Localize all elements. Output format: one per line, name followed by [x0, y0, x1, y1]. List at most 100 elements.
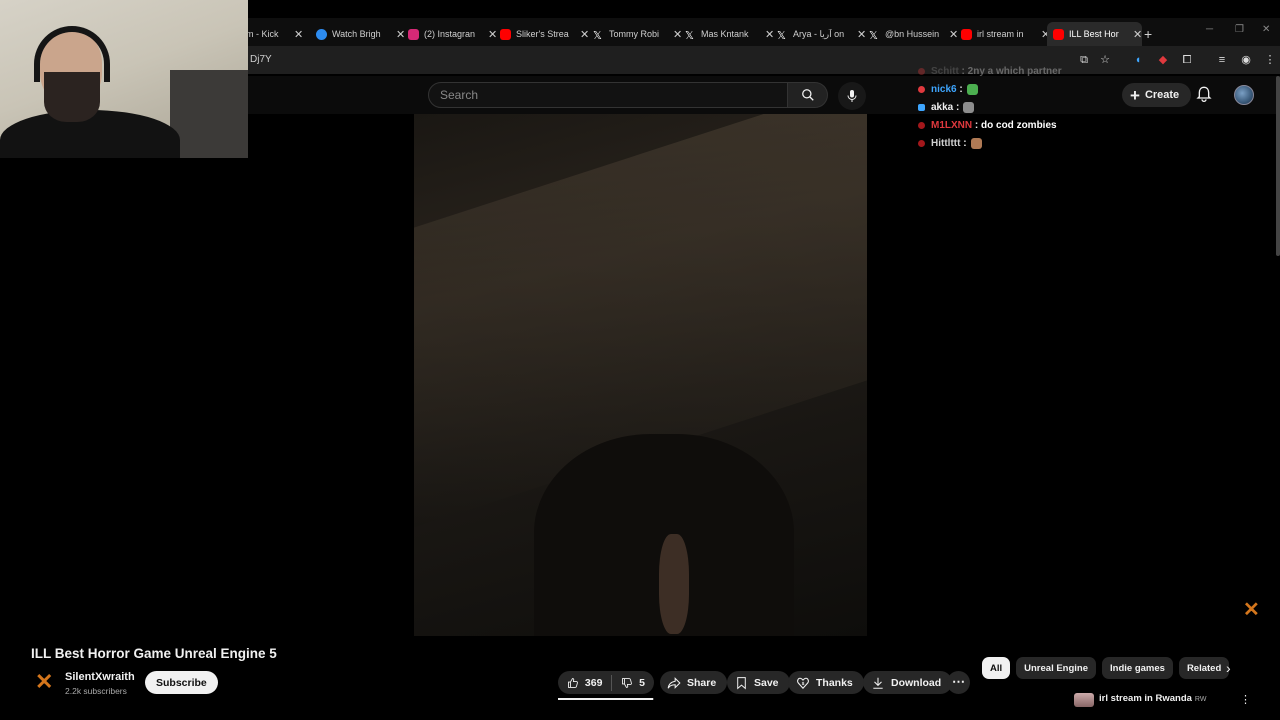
share-button[interactable]: Share — [660, 671, 728, 694]
chair — [170, 70, 248, 158]
video-player[interactable] — [414, 114, 867, 636]
browser-tab[interactable]: 𝕏 Mas Kntank ✕ — [679, 22, 774, 46]
tab-label: Mas Kntank — [701, 29, 749, 39]
tab-favicon-icon — [961, 28, 972, 40]
chat-user: akka — [931, 101, 954, 113]
voice-search-button[interactable] — [838, 82, 866, 110]
download-icon — [873, 677, 883, 689]
extensions-icon[interactable]: ⧠ — [1181, 54, 1193, 66]
tab-favicon-icon — [408, 28, 419, 40]
save-icon — [737, 676, 746, 689]
page-scrollbar[interactable] — [1276, 76, 1280, 256]
search-box[interactable] — [428, 82, 788, 108]
subscribe-button[interactable]: Subscribe — [145, 671, 218, 694]
chat-separator: : — [953, 101, 960, 113]
media-controls-icon[interactable]: ≡ — [1216, 54, 1228, 66]
search-button[interactable] — [788, 82, 828, 108]
account-avatar[interactable] — [1234, 85, 1254, 105]
chat-message: nick6 : — [918, 80, 1178, 98]
download-label: Download — [891, 676, 942, 689]
webcam-overlay — [0, 0, 248, 158]
more-actions-button[interactable]: ⋯ — [947, 671, 970, 694]
channel-name[interactable]: SilentXwraith — [65, 671, 135, 683]
chat-user: Hittlttt — [931, 137, 961, 149]
tab-favicon-icon — [316, 28, 327, 40]
recommendation-chips: All Unreal Engine Indie games Related — [982, 657, 1235, 679]
chat-separator: : — [972, 119, 982, 131]
like-ratio-bar — [558, 698, 654, 700]
search-icon — [801, 89, 814, 101]
close-overlay-icon[interactable]: ✕ — [1243, 597, 1260, 622]
browser-tab[interactable]: Watch Brigh ✕ — [310, 22, 405, 46]
chat-badge-icon — [918, 139, 925, 147]
save-label: Save — [754, 676, 779, 689]
chat-message: Schitt : 2ny a which partner — [918, 62, 1178, 80]
share-label: Share — [687, 676, 717, 689]
dislike-count[interactable]: 5 — [639, 677, 645, 689]
browser-tab[interactable]: 𝕏 Tommy Robi ✕ — [587, 22, 682, 46]
tab-label: Sliker's Strea — [516, 29, 569, 39]
tab-label: ILL Best Hor — [1069, 29, 1119, 39]
bell-icon[interactable] — [1196, 85, 1212, 103]
browser-tab[interactable]: (2) Instagran ✕ — [402, 22, 497, 46]
browser-tab[interactable]: irl stream in ✕ — [955, 22, 1050, 46]
restore-icon[interactable]: ❐ — [1235, 24, 1244, 35]
tab-label: (2) Instagran — [424, 29, 476, 39]
thanks-icon: $ — [797, 677, 809, 689]
like-dislike-group: 369 5 — [558, 671, 654, 694]
tab-label: Tommy Robi — [609, 29, 660, 39]
like-divider — [611, 674, 613, 691]
tab-label: Arya - آریا on — [793, 28, 845, 39]
chat-badge-icon — [918, 103, 925, 111]
browser-tab[interactable]: Sliker's Strea ✕ — [494, 22, 589, 46]
related-video-title[interactable]: irl stream in Rwanda RW — [1099, 693, 1206, 704]
profile-icon[interactable]: ◉ — [1240, 54, 1252, 66]
chat-text: do cod zombies — [981, 119, 1057, 131]
like-count[interactable]: 369 — [585, 677, 603, 689]
chat-overlay: Schitt : 2ny a which partner nick6 : akk… — [918, 62, 1178, 152]
share-icon — [667, 676, 681, 689]
like-icon[interactable] — [567, 676, 579, 690]
window-close-icon[interactable]: ✕ — [1262, 24, 1270, 35]
tab-favicon-icon — [1053, 28, 1064, 40]
chat-separator: : — [960, 137, 967, 149]
thanks-button[interactable]: $ Thanks — [788, 671, 864, 694]
download-button[interactable]: Download — [863, 671, 953, 694]
new-tab-button[interactable]: + — [1138, 22, 1152, 46]
channel-logo-icon[interactable]: ✕ — [35, 671, 55, 693]
chat-user: Schitt — [931, 65, 959, 77]
like-ratio-fill — [558, 698, 653, 700]
dislike-icon[interactable] — [621, 676, 633, 690]
chip-all[interactable]: All — [982, 657, 1011, 679]
tab-label: @bn Hussein — [885, 29, 940, 39]
browser-tab-active[interactable]: ILL Best Hor ✕ — [1047, 22, 1143, 46]
chevron-right-icon[interactable]: › — [1226, 660, 1231, 676]
chat-badge-icon — [918, 67, 925, 75]
chat-text: 2ny a which partner — [967, 65, 1062, 77]
mic-icon — [847, 90, 857, 102]
tab-favicon-x-icon: 𝕏 — [869, 29, 878, 42]
search-input[interactable] — [429, 83, 787, 107]
browser-menu-icon[interactable]: ⋮ — [1264, 54, 1276, 66]
minimize-icon[interactable]: ─ — [1206, 24, 1213, 35]
tab-favicon-x-icon: 𝕏 — [685, 29, 694, 42]
url-text: Dj7Y — [250, 54, 272, 65]
chat-emote-icon — [963, 101, 975, 113]
chip-related[interactable]: Related — [1178, 657, 1230, 679]
related-video-thumbnail[interactable] — [1074, 693, 1094, 707]
browser-tab[interactable]: 𝕏 @bn Hussein ✕ — [863, 22, 958, 46]
thanks-label: Thanks — [816, 676, 853, 689]
browser-tab[interactable]: 𝕏 Arya - آریا on ✕ — [771, 22, 866, 46]
subscriber-count: 2.2k subscribers — [65, 686, 127, 696]
tab-label: Watch Brigh — [332, 29, 381, 39]
save-button[interactable]: Save — [727, 671, 790, 694]
related-title-text: irl stream in Rwanda — [1099, 693, 1192, 704]
chip-indie-games[interactable]: Indie games — [1102, 657, 1173, 679]
chat-message: M1LXNN : do cod zombies — [918, 116, 1178, 134]
chat-message: Hittlttt : — [918, 134, 1178, 152]
chat-separator: : — [956, 83, 963, 95]
related-menu-icon[interactable]: ⋮ — [1240, 693, 1251, 706]
related-flag: RW — [1194, 696, 1207, 703]
tab-close-icon[interactable]: ✕ — [294, 28, 303, 41]
chip-unreal-engine[interactable]: Unreal Engine — [1016, 657, 1097, 679]
